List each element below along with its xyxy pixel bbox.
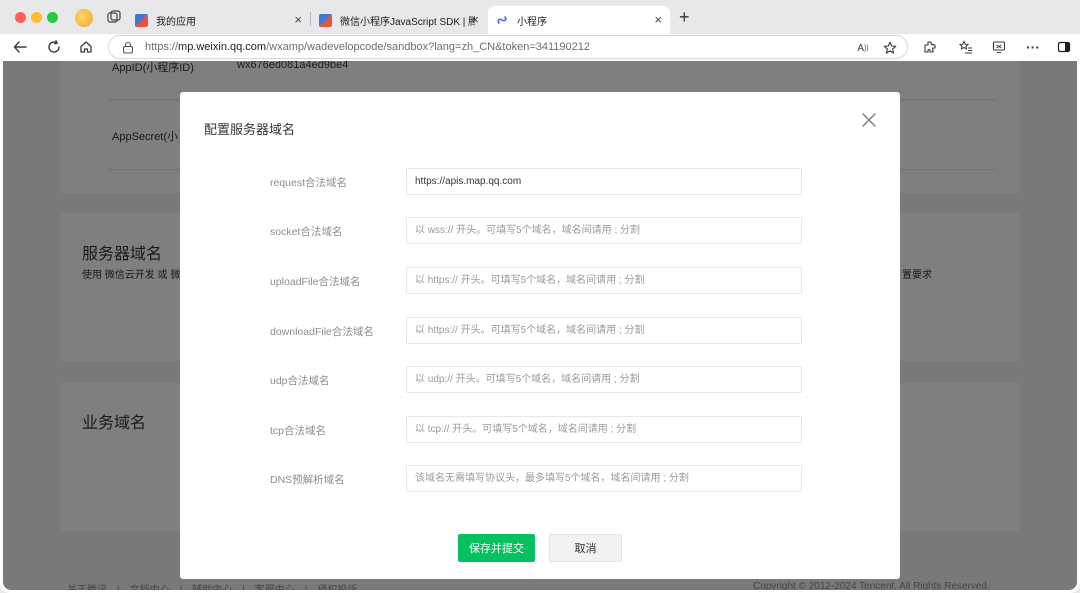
socket-domain-label: socket合法域名: [270, 226, 343, 238]
back-arrow-icon[interactable]: [11, 38, 29, 56]
browser-toolbar: https://mp.weixin.qq.com/wxamp/wadevelop…: [0, 34, 1080, 61]
tab-favicon-icon: [135, 13, 148, 27]
request-domain-label: request合法域名: [270, 177, 348, 189]
tab-my-apps[interactable]: 我的应用 ×: [127, 6, 310, 34]
form-row-dns: DNS预解析域名: [180, 465, 900, 493]
dialog-title: 配置服务器域名: [204, 122, 296, 137]
browser-window: 我的应用 × 微信小程序JavaScript SDK | 腾讯 × 小程序 × …: [0, 0, 1080, 593]
form-row-request: request合法域名: [180, 168, 900, 196]
tab-title: 我的应用: [156, 16, 196, 28]
more-menu-icon[interactable]: ···: [1024, 38, 1042, 56]
minimize-window-button[interactable]: [31, 12, 42, 23]
tab-strip: 我的应用 × 微信小程序JavaScript SDK | 腾讯 × 小程序 × …: [0, 0, 1080, 34]
url-prefix: https://: [145, 41, 179, 53]
favorites-list-icon[interactable]: [957, 38, 975, 56]
extensions-icon[interactable]: [921, 38, 939, 56]
udp-domain-input[interactable]: [406, 366, 802, 393]
form-row-tcp: tcp合法域名: [180, 416, 900, 444]
page-content: AppID(小程序ID) wx676ed081a4ed9be4 AppSecre…: [3, 61, 1077, 590]
downloadfile-domain-input[interactable]: [406, 317, 802, 344]
server-domain-dialog: 配置服务器域名 request合法域名 socket合法域名 uploadFil…: [180, 92, 900, 579]
tab-title: 微信小程序JavaScript SDK | 腾讯: [340, 16, 475, 28]
tcp-domain-input[interactable]: [406, 416, 802, 443]
udp-domain-label: udp合法域名: [270, 375, 330, 387]
tab-favicon-icon: [319, 13, 332, 27]
form-row-downloadfile: downloadFile合法域名: [180, 317, 900, 345]
socket-domain-input[interactable]: [406, 217, 802, 244]
form-row-socket: socket合法域名: [180, 217, 900, 245]
form-row-udp: udp合法域名: [180, 366, 900, 394]
maximize-window-button[interactable]: [47, 12, 58, 23]
tab-close-icon[interactable]: ×: [294, 13, 302, 26]
uploadfile-domain-label: uploadFile合法域名: [270, 276, 361, 288]
close-window-button[interactable]: [15, 12, 26, 23]
dns-prefetch-domain-input[interactable]: [406, 465, 802, 492]
miniprogram-link-icon: [496, 14, 509, 27]
tab-wechat-sdk[interactable]: 微信小程序JavaScript SDK | 腾讯 ×: [311, 6, 487, 34]
reload-icon[interactable]: [45, 38, 63, 56]
lock-icon[interactable]: [122, 41, 134, 54]
favorite-star-icon[interactable]: [881, 39, 899, 57]
tab-title: 小程序: [517, 16, 547, 28]
downloadfile-domain-label: downloadFile合法域名: [270, 326, 374, 338]
screenshot-icon[interactable]: [990, 38, 1008, 56]
form-row-uploadfile: uploadFile合法域名: [180, 267, 900, 295]
cancel-button[interactable]: 取消: [549, 534, 622, 562]
url-text: https://mp.weixin.qq.com/wxamp/wadevelop…: [145, 41, 590, 53]
tab-miniprogram[interactable]: 小程序 ×: [488, 6, 670, 34]
tcp-domain-label: tcp合法域名: [270, 425, 327, 437]
new-tab-button[interactable]: +: [679, 8, 690, 26]
read-aloud-icon[interactable]: A)): [854, 39, 872, 57]
home-icon[interactable]: [77, 38, 95, 56]
url-host: mp.weixin.qq.com: [178, 41, 267, 53]
tab-close-icon[interactable]: ×: [654, 13, 662, 26]
tab-actions-icon[interactable]: [107, 10, 121, 24]
close-icon[interactable]: [860, 111, 878, 129]
uploadfile-domain-input[interactable]: [406, 267, 802, 294]
profile-icon[interactable]: [75, 9, 93, 27]
sidebar-toggle-icon[interactable]: [1055, 38, 1073, 56]
request-domain-input[interactable]: [406, 168, 802, 195]
dns-prefetch-domain-label: DNS预解析域名: [270, 474, 345, 486]
url-path: /wxamp/wadevelopcode/sandbox?lang=zh_CN&…: [266, 41, 590, 53]
save-and-submit-button[interactable]: 保存并提交: [458, 534, 535, 562]
tab-close-icon[interactable]: ×: [471, 13, 479, 26]
address-bar[interactable]: https://mp.weixin.qq.com/wxamp/wadevelop…: [108, 35, 908, 59]
